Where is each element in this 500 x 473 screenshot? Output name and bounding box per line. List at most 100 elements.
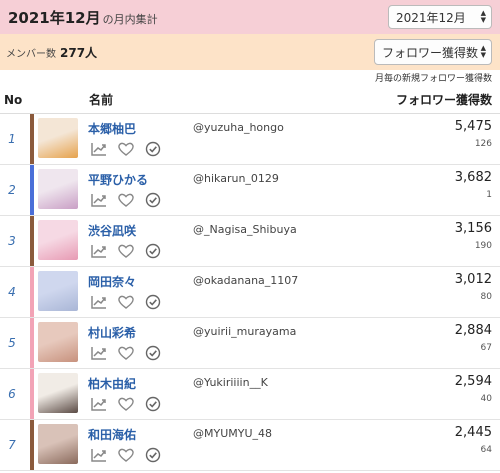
table-row[interactable]: 5 村山彩希 @yuirii_murayama 2,884 67 xyxy=(0,318,500,369)
twitter-handle[interactable]: @MYUMYU_48 xyxy=(193,427,272,440)
team-color-bar xyxy=(30,267,34,317)
team-color-bar xyxy=(30,420,34,470)
check-circle-icon[interactable] xyxy=(144,345,162,361)
select-arrows-icon: ▲ ▼ xyxy=(480,9,486,24)
sub-count: 1 xyxy=(486,190,492,200)
sub-count: 126 xyxy=(474,139,492,149)
avatar[interactable] xyxy=(38,118,78,158)
twitter-handle[interactable]: @okadanana_1107 xyxy=(193,274,298,287)
row-actions xyxy=(90,294,162,310)
title-month: 2021年12月 xyxy=(8,8,101,27)
member-name-link[interactable]: 本郷柚巴 xyxy=(88,120,136,137)
table-row[interactable]: 4 岡田奈々 @okadanana_1107 3,012 80 xyxy=(0,267,500,318)
trend-chart-icon[interactable] xyxy=(90,294,108,310)
avatar[interactable] xyxy=(38,424,78,464)
follower-gain-count: 5,475 xyxy=(454,119,492,134)
month-select-value: 2021年12月 xyxy=(396,10,466,25)
heart-icon[interactable] xyxy=(117,141,135,157)
row-actions xyxy=(90,396,162,412)
twitter-handle[interactable]: @yuzuha_hongo xyxy=(193,121,284,134)
trend-chart-icon[interactable] xyxy=(90,345,108,361)
avatar[interactable] xyxy=(38,271,78,311)
member-name-link[interactable]: 渋谷凪咲 xyxy=(88,222,136,239)
heart-icon[interactable] xyxy=(117,294,135,310)
header-no: No xyxy=(4,92,23,107)
trend-chart-icon[interactable] xyxy=(90,243,108,259)
check-circle-icon[interactable] xyxy=(144,396,162,412)
members-count: 277人 xyxy=(60,45,98,60)
trend-chart-icon[interactable] xyxy=(90,141,108,157)
rank-number: 4 xyxy=(8,285,16,299)
trend-chart-icon[interactable] xyxy=(90,396,108,412)
check-circle-icon[interactable] xyxy=(144,141,162,157)
trend-chart-icon[interactable] xyxy=(90,447,108,463)
follower-gain-count: 2,884 xyxy=(454,323,492,338)
member-name-link[interactable]: 村山彩希 xyxy=(88,324,136,341)
ranking-note: 月毎の新規フォロワー獲得数 xyxy=(374,74,492,84)
rank-number: 5 xyxy=(8,336,16,350)
sub-count: 40 xyxy=(480,394,492,404)
check-circle-icon[interactable] xyxy=(144,294,162,310)
table-row[interactable]: 2 平野ひかる @hikarun_0129 3,682 1 xyxy=(0,165,500,216)
row-actions xyxy=(90,345,162,361)
trend-chart-icon[interactable] xyxy=(90,192,108,208)
twitter-handle[interactable]: @Yukiriiiin__K xyxy=(193,376,268,389)
table-row[interactable]: 7 和田海佑 @MYUMYU_48 2,445 64 xyxy=(0,420,500,471)
sub-count: 190 xyxy=(474,241,492,251)
follower-gain-count: 2,445 xyxy=(454,425,492,440)
twitter-handle[interactable]: @yuirii_murayama xyxy=(193,325,296,338)
members-label: メンバー数 xyxy=(6,48,56,60)
follower-gain-count: 3,156 xyxy=(454,221,492,236)
team-color-bar xyxy=(30,114,34,164)
month-select[interactable]: 2021年12月 ▲ ▼ xyxy=(388,5,492,29)
sort-select-value: フォロワー獲得数 xyxy=(382,45,479,60)
rank-number: 6 xyxy=(8,387,16,401)
member-name-link[interactable]: 平野ひかる xyxy=(88,171,148,188)
rank-number: 7 xyxy=(8,438,16,452)
sub-count: 67 xyxy=(480,343,492,353)
sort-select[interactable]: フォロワー獲得数 ▲ ▼ xyxy=(374,39,492,65)
select-arrows-icon: ▲ ▼ xyxy=(480,44,486,59)
sub-count: 64 xyxy=(480,445,492,455)
row-actions xyxy=(90,192,162,208)
twitter-handle[interactable]: @hikarun_0129 xyxy=(193,172,279,185)
rank-number: 2 xyxy=(8,183,16,197)
heart-icon[interactable] xyxy=(117,345,135,361)
follower-gain-count: 3,012 xyxy=(454,272,492,287)
follower-gain-count: 3,682 xyxy=(454,170,492,185)
member-name-link[interactable]: 岡田奈々 xyxy=(88,273,136,290)
check-circle-icon[interactable] xyxy=(144,447,162,463)
heart-icon[interactable] xyxy=(117,243,135,259)
avatar[interactable] xyxy=(38,220,78,260)
rank-number: 1 xyxy=(8,132,16,146)
heart-icon[interactable] xyxy=(117,192,135,208)
table-row[interactable]: 6 柏木由紀 @Yukiriiiin__K 2,594 40 xyxy=(0,369,500,420)
avatar[interactable] xyxy=(38,322,78,362)
avatar[interactable] xyxy=(38,373,78,413)
title-suffix: の月内集計 xyxy=(102,12,158,26)
row-actions xyxy=(90,447,162,463)
header-followers: フォロワー獲得数 xyxy=(395,93,492,107)
heart-icon[interactable] xyxy=(117,396,135,412)
page-header: 2021年12月 の月内集計 2021年12月 ▲ ▼ xyxy=(0,0,500,34)
heart-icon[interactable] xyxy=(117,447,135,463)
team-color-bar xyxy=(30,318,34,368)
team-color-bar xyxy=(30,369,34,419)
team-color-bar xyxy=(30,165,34,215)
table-row[interactable]: 3 渋谷凪咲 @_Nagisa_Shibuya 3,156 190 xyxy=(0,216,500,267)
follower-gain-count: 2,594 xyxy=(454,374,492,389)
avatar[interactable] xyxy=(38,169,78,209)
rank-number: 3 xyxy=(8,234,16,248)
table-row[interactable]: 1 本郷柚巴 @yuzuha_hongo 5,475 126 xyxy=(0,114,500,165)
sub-count: 80 xyxy=(480,292,492,302)
page-title: 2021年12月 の月内集計 xyxy=(8,7,158,28)
check-circle-icon[interactable] xyxy=(144,192,162,208)
table-header: No 名前 フォロワー獲得数 xyxy=(0,86,500,114)
check-circle-icon[interactable] xyxy=(144,243,162,259)
row-actions xyxy=(90,243,162,259)
ranking-list: 1 本郷柚巴 @yuzuha_hongo 5,475 126 2 平野ひかる @hikarun… xyxy=(0,114,500,471)
member-name-link[interactable]: 和田海佑 xyxy=(88,426,136,443)
members-bar: メンバー数 277人 フォロワー獲得数 ▲ ▼ xyxy=(0,34,500,70)
member-name-link[interactable]: 柏木由紀 xyxy=(88,375,136,392)
twitter-handle[interactable]: @_Nagisa_Shibuya xyxy=(193,223,297,236)
